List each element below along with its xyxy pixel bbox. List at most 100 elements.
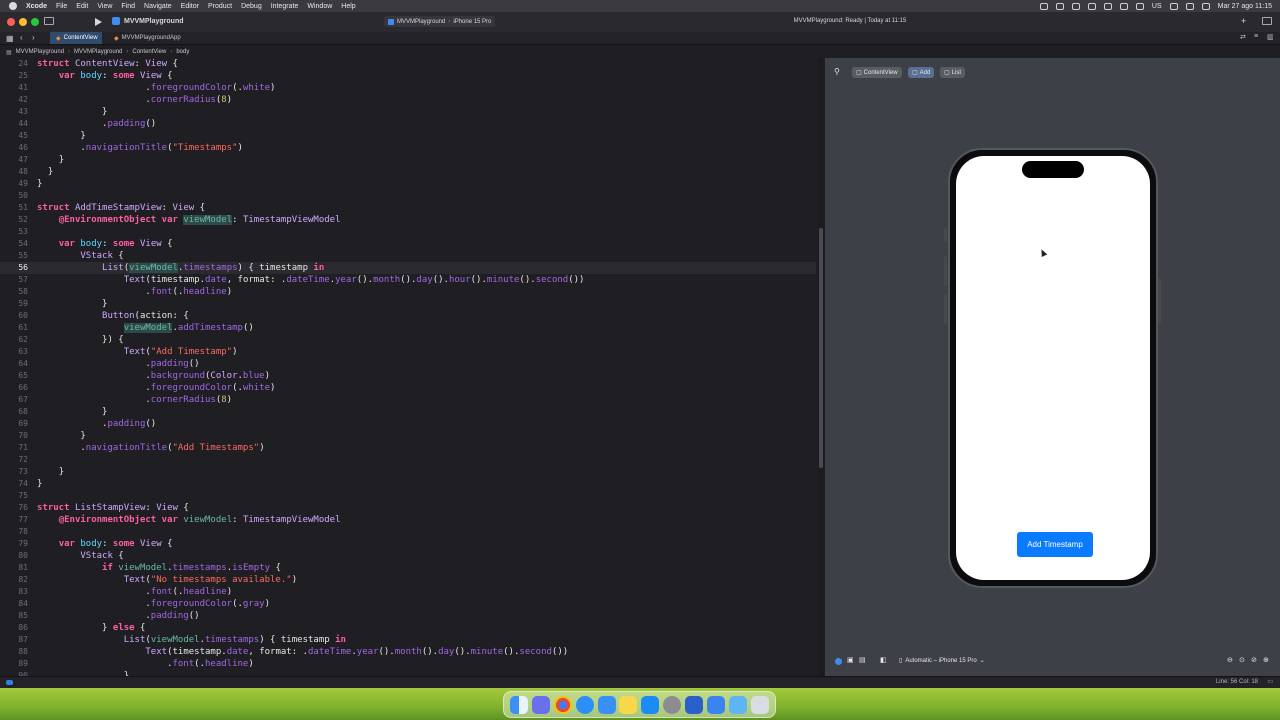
menu-clock[interactable]: Mar 27 ago 11:15 <box>1218 3 1272 10</box>
preview-contentview-button[interactable]: ▢ ContentView <box>852 67 902 78</box>
code-line[interactable]: 81 if viewModel.timestamps.isEmpty { <box>0 562 816 574</box>
menu-file[interactable]: File <box>56 3 67 10</box>
code-line[interactable]: 53 <box>0 226 816 238</box>
options-icon[interactable]: ≡ <box>1254 33 1258 40</box>
pin-icon[interactable]: ⚲ <box>834 67 840 76</box>
code-line[interactable]: 24 struct ContentView: View { <box>0 58 816 70</box>
code-line[interactable]: 88 Text(timestamp.date, format: .dateTim… <box>0 646 816 658</box>
code-line[interactable]: 72 <box>0 454 816 466</box>
display-icon[interactable] <box>1055 2 1064 10</box>
menu-app-name[interactable]: Xcode <box>26 3 47 10</box>
chrome-icon[interactable] <box>553 695 572 714</box>
code-line[interactable]: 69 .padding() <box>0 418 816 430</box>
swift-playgrounds-icon[interactable] <box>707 695 726 714</box>
selectable-mode-icon[interactable]: ▣ <box>847 656 854 664</box>
debug-toggle-icon[interactable]: ▭ <box>1267 678 1273 685</box>
menu-product[interactable]: Product <box>208 3 232 10</box>
zoom-out-icon[interactable]: ⊖ <box>1227 656 1233 664</box>
code-line[interactable]: 59 } <box>0 298 816 310</box>
xcode-icon[interactable] <box>685 695 704 714</box>
code-line[interactable]: 78 <box>0 526 816 538</box>
code-line[interactable]: 58 .font(.headline) <box>0 286 816 298</box>
code-line[interactable]: 65 .background(Color.blue) <box>0 370 816 382</box>
menu-view[interactable]: View <box>97 3 112 10</box>
code-line[interactable]: 57 Text(timestamp.date, format: .dateTim… <box>0 274 816 286</box>
forward-icon[interactable]: › <box>32 33 35 42</box>
notes-icon[interactable] <box>619 695 638 714</box>
code-line[interactable]: 75 <box>0 490 816 502</box>
text-icon[interactable] <box>1087 2 1096 10</box>
code-line[interactable]: 74} <box>0 478 816 490</box>
device-menu[interactable]: ▯ Automatic – iPhone 15 Pro ⌄ <box>899 657 985 665</box>
code-line[interactable]: 63 Text("Add Timestamp") <box>0 346 816 358</box>
code-line[interactable]: 84 .foregroundColor(.gray) <box>0 598 816 610</box>
sidebar-toggle-icon[interactable] <box>44 17 54 25</box>
breadcrumb-item[interactable]: MVVMPlayground <box>74 49 122 55</box>
code-editor[interactable]: 24 struct ContentView: View {25 var body:… <box>0 58 818 676</box>
code-line[interactable]: 71 .navigationTitle("Add Timestamps") <box>0 442 816 454</box>
tab-mvvmplaygroundapp[interactable]: ◆ MVVMPlaygroundApp <box>108 32 187 44</box>
code-line[interactable]: 55 VStack { <box>0 250 816 262</box>
code-line[interactable]: 86 } else { <box>0 622 816 634</box>
add-icon[interactable]: + <box>1241 16 1246 26</box>
safari-icon[interactable] <box>575 695 594 714</box>
code-line[interactable]: 61 viewModel.addTimestamp() <box>0 322 816 334</box>
code-line[interactable]: 50 <box>0 190 816 202</box>
tab-contentview[interactable]: ◆ ContentView <box>50 32 102 44</box>
device-settings-icon[interactable]: ◧ <box>880 656 887 664</box>
split-editor-icon[interactable]: ▥ <box>1267 33 1274 41</box>
add-timestamp-button[interactable]: Add Timestamp <box>1017 532 1093 557</box>
play-circle-icon[interactable] <box>1119 2 1128 10</box>
code-line[interactable]: 44 .padding() <box>0 118 816 130</box>
zoom-in-icon[interactable]: ⊕ <box>1263 656 1269 664</box>
code-line[interactable]: 42 .cornerRadius(8) <box>0 94 816 106</box>
menu-edit[interactable]: Edit <box>76 3 88 10</box>
moon-icon[interactable] <box>1103 2 1112 10</box>
trash-icon[interactable] <box>750 695 769 714</box>
code-line[interactable]: 46 .navigationTitle("Timestamps") <box>0 142 816 154</box>
code-line[interactable]: 70 } <box>0 430 816 442</box>
control-center-icon[interactable] <box>1201 2 1210 10</box>
code-line[interactable]: 76 struct ListStampView: View { <box>0 502 816 514</box>
screen-icon[interactable] <box>1071 2 1080 10</box>
volume-icon[interactable] <box>1135 2 1144 10</box>
finder-icon[interactable] <box>509 695 528 714</box>
debug-area-icon[interactable] <box>6 680 13 685</box>
code-line[interactable]: 41 .foregroundColor(.white) <box>0 82 816 94</box>
code-line[interactable]: 54 var body: some View { <box>0 238 816 250</box>
app-store-icon[interactable] <box>641 695 660 714</box>
menu-help[interactable]: Help <box>341 3 355 10</box>
code-line[interactable]: 77 @EnvironmentObject var viewModel: Tim… <box>0 514 816 526</box>
breadcrumb-item[interactable]: ContentView <box>132 49 166 55</box>
code-line[interactable]: 45 } <box>0 130 816 142</box>
preview-list-button[interactable]: ▢ List <box>940 67 966 78</box>
code-line[interactable]: 64 .padding() <box>0 358 816 370</box>
code-line[interactable]: 51 struct AddTimeStampView: View { <box>0 202 816 214</box>
run-icon[interactable] <box>95 18 102 26</box>
grid-small-icon[interactable]: ▦ <box>6 49 12 56</box>
adjust-editor-icon[interactable]: ⇄ <box>1240 33 1246 41</box>
code-line[interactable]: 56 List(viewModel.timestamps) { timestam… <box>0 262 816 274</box>
inspector-toggle-icon[interactable] <box>1262 17 1272 25</box>
code-line[interactable]: 52 @EnvironmentObject var viewModel: Tim… <box>0 214 816 226</box>
zoom-actual-icon[interactable]: ⊘ <box>1251 656 1257 664</box>
menu-editor[interactable]: Editor <box>181 3 199 10</box>
code-line[interactable]: 68 } <box>0 406 816 418</box>
breadcrumb-item[interactable]: body <box>176 49 189 55</box>
code-line[interactable]: 87 List(viewModel.timestamps) { timestam… <box>0 634 816 646</box>
launchpad-icon[interactable] <box>531 695 550 714</box>
breadcrumb-item[interactable]: MVVMPlayground <box>16 49 64 55</box>
wifi-icon[interactable] <box>1169 2 1178 10</box>
minimize-window-icon[interactable] <box>19 18 27 26</box>
menu-debug[interactable]: Debug <box>241 3 262 10</box>
code-line[interactable]: 83 .font(.headline) <box>0 586 816 598</box>
downloads-icon[interactable] <box>729 695 748 714</box>
zoom-fit-icon[interactable]: ⊙ <box>1239 656 1245 664</box>
search-icon[interactable] <box>1185 2 1194 10</box>
menu-find[interactable]: Find <box>121 3 135 10</box>
record-icon[interactable] <box>1039 2 1048 10</box>
code-line[interactable]: 67 .cornerRadius(8) <box>0 394 816 406</box>
mail-icon[interactable] <box>597 695 616 714</box>
menu-window[interactable]: Window <box>307 3 332 10</box>
code-line[interactable]: 79 var body: some View { <box>0 538 816 550</box>
